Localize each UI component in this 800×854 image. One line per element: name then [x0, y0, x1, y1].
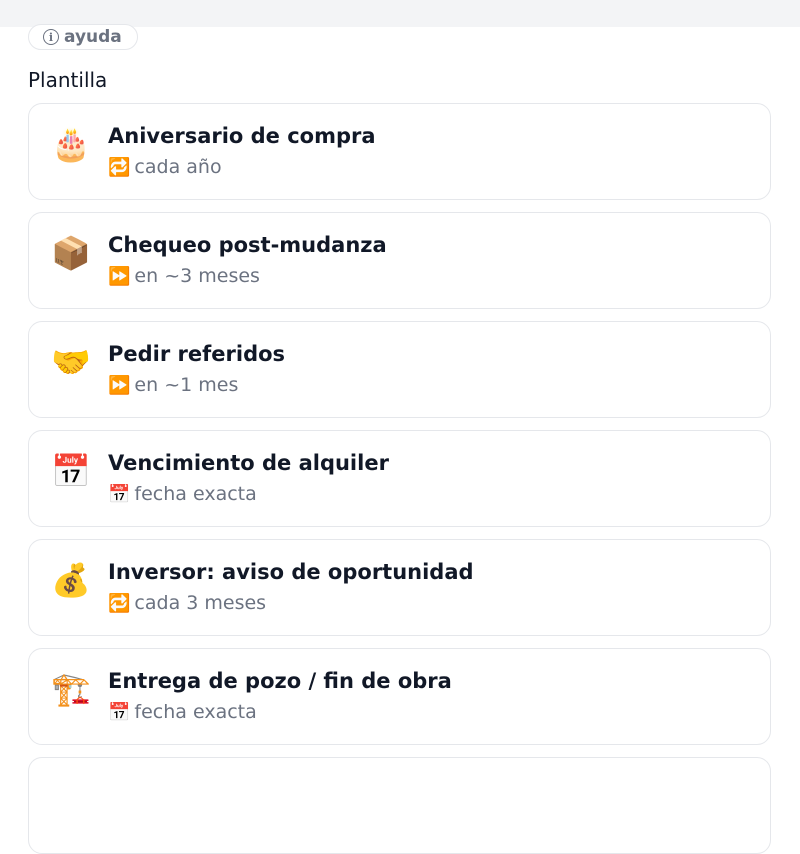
repeat-icon: 🔁	[108, 156, 131, 178]
template-schedule-text: en ~1 mes	[134, 374, 239, 396]
template-schedule: ⏩ en ~1 mes	[108, 374, 238, 396]
repeat-icon: 🔁	[108, 592, 131, 614]
template-card-partial[interactable]	[28, 757, 771, 854]
template-schedule-text: fecha exacta	[134, 701, 257, 723]
template-schedule: 🔁 cada 3 meses	[108, 592, 266, 614]
template-title: Entrega de pozo / fin de obra	[108, 669, 452, 693]
template-card-aniversario[interactable]: 🎂 Aniversario de compra 🔁 cada año	[28, 103, 771, 200]
fast-forward-icon: ⏩	[108, 265, 131, 287]
template-title: Vencimiento de alquiler	[108, 451, 389, 475]
template-title: Pedir referidos	[108, 342, 286, 366]
template-schedule: 🔁 cada año	[108, 156, 222, 178]
template-card-inversor[interactable]: 💰 Inversor: aviso de oportunidad 🔁 cada …	[28, 539, 771, 636]
template-title: Inversor: aviso de oportunidad	[108, 560, 474, 584]
calendar-icon: 📅	[108, 701, 131, 723]
template-schedule: 📅 fecha exacta	[108, 483, 257, 505]
template-schedule-text: en ~3 meses	[134, 265, 260, 287]
calendar-icon: 📅	[51, 452, 91, 490]
template-schedule-text: cada año	[134, 156, 222, 178]
package-icon: 📦	[51, 234, 91, 272]
help-button[interactable]: i ayuda	[28, 24, 138, 50]
help-label: ayuda	[64, 27, 122, 47]
section-title: Plantilla	[28, 68, 108, 92]
construction-crane-icon: 🏗️	[51, 670, 91, 708]
template-card-alquiler[interactable]: 📅 Vencimiento de alquiler 📅 fecha exacta	[28, 430, 771, 527]
template-title: Aniversario de compra	[108, 124, 376, 148]
info-icon: i	[43, 29, 59, 45]
fast-forward-icon: ⏩	[108, 374, 131, 396]
handshake-icon: 🤝	[51, 343, 91, 381]
birthday-cake-icon: 🎂	[51, 125, 91, 163]
template-schedule: 📅 fecha exacta	[108, 701, 257, 723]
template-title: Chequeo post-mudanza	[108, 233, 387, 257]
calendar-icon: 📅	[108, 483, 131, 505]
template-schedule: ⏩ en ~3 meses	[108, 265, 260, 287]
template-schedule-text: fecha exacta	[134, 483, 257, 505]
template-card-chequeo[interactable]: 📦 Chequeo post-mudanza ⏩ en ~3 meses	[28, 212, 771, 309]
money-bag-icon: 💰	[51, 561, 91, 599]
template-card-referidos[interactable]: 🤝 Pedir referidos ⏩ en ~1 mes	[28, 321, 771, 418]
template-card-pozo[interactable]: 🏗️ Entrega de pozo / fin de obra 📅 fecha…	[28, 648, 771, 745]
template-schedule-text: cada 3 meses	[134, 592, 267, 614]
top-bar	[0, 0, 800, 27]
